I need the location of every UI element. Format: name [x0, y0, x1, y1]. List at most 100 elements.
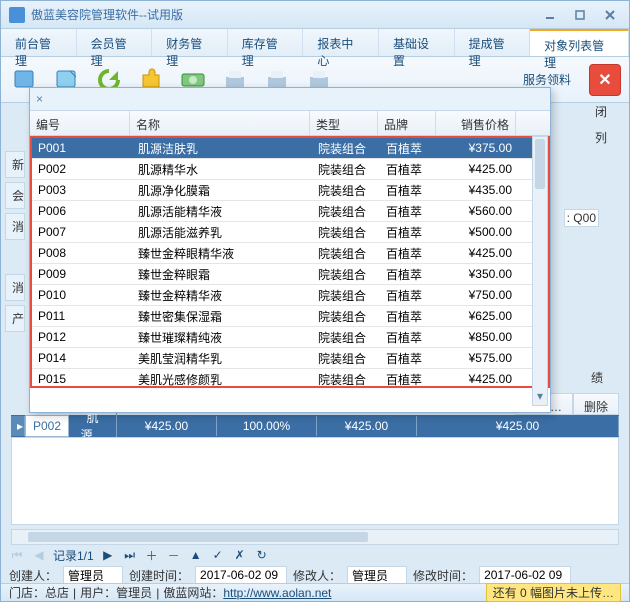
- maximize-button[interactable]: [569, 6, 591, 24]
- table-row[interactable]: P012臻世璀璨精纯液院装组合百植萃¥850.00: [32, 327, 548, 348]
- upload-badge[interactable]: 还有 0 幅图片未上传…: [486, 583, 621, 602]
- cell: 美肌莹润精华乳: [132, 348, 312, 369]
- sidetab-consume1[interactable]: 消: [5, 213, 25, 240]
- col-id[interactable]: 编号: [30, 111, 130, 135]
- cell: P009: [32, 265, 132, 283]
- cell: 院装组合: [312, 159, 380, 180]
- sidetab-product[interactable]: 产: [5, 305, 25, 332]
- site-label: 傲蓝网站：: [163, 584, 223, 601]
- pager-last[interactable]: ⏭: [122, 547, 138, 563]
- pager-commit[interactable]: ✓: [210, 547, 226, 563]
- menu-basic[interactable]: 基础设置: [379, 29, 455, 56]
- sidetab-consume2[interactable]: 消: [5, 274, 25, 301]
- cell: 肌源净化膜霜: [132, 180, 312, 201]
- cell: ¥500.00: [438, 223, 518, 241]
- cell: 百植萃: [380, 348, 438, 369]
- sidetab-new[interactable]: 新: [5, 151, 25, 178]
- pager-text: 记录1/1: [53, 547, 94, 564]
- user-label: 用户：: [80, 584, 116, 601]
- edit-c1[interactable]: ¥425.00: [117, 416, 217, 436]
- cell: ¥425.00: [438, 160, 518, 178]
- menu-stock[interactable]: 库存管理: [228, 29, 304, 56]
- cell: P008: [32, 244, 132, 262]
- titlebar: 傲蓝美容院管理软件--试用版: [1, 1, 629, 29]
- pager-refresh[interactable]: ↻: [254, 547, 270, 563]
- menu-objectlist[interactable]: 对象列表管理: [530, 29, 629, 56]
- table-row[interactable]: P002肌源精华水院装组合百植萃¥425.00: [32, 159, 548, 180]
- mtime-field[interactable]: [479, 566, 571, 584]
- grid-body[interactable]: P001肌源洁肤乳院装组合百植萃¥375.00P002肌源精华水院装组合百植萃¥…: [30, 136, 550, 388]
- menu-front[interactable]: 前台管理: [1, 29, 77, 56]
- cell: ¥625.00: [438, 307, 518, 325]
- cell: 百植萃: [380, 180, 438, 201]
- table-row[interactable]: P014美肌莹润精华乳院装组合百植萃¥575.00: [32, 348, 548, 369]
- cell: ¥435.00: [438, 181, 518, 199]
- pager-cancel[interactable]: ✗: [232, 547, 248, 563]
- modifier-field[interactable]: [347, 566, 407, 584]
- cell: 百植萃: [380, 327, 438, 348]
- creator-label: 创建人：: [9, 567, 57, 584]
- cell: 百植萃: [380, 201, 438, 222]
- minimize-button[interactable]: [539, 6, 561, 24]
- site-link[interactable]: http://www.aolan.net: [223, 586, 331, 600]
- table-row[interactable]: P008臻世金粹眼精华液院装组合百植萃¥425.00: [32, 243, 548, 264]
- cell: P012: [32, 328, 132, 346]
- modifier-label: 修改人：: [293, 567, 341, 584]
- search-fragment[interactable]: : Q00: [564, 209, 599, 227]
- pager-add[interactable]: ＋: [144, 547, 160, 563]
- pager-first[interactable]: ⏮: [9, 547, 25, 563]
- cell: 肌源活能精华液: [132, 201, 312, 222]
- close-text-fragment: 闭: [595, 103, 607, 120]
- edit-c2[interactable]: 100.00%: [217, 416, 317, 436]
- cell: P014: [32, 349, 132, 367]
- table-row[interactable]: P015美肌光感修颜乳院装组合百植萃¥425.00: [32, 369, 548, 388]
- cell: ¥560.00: [438, 202, 518, 220]
- cell: P007: [32, 223, 132, 241]
- side-tabs: 新 会 消 消 产: [5, 151, 25, 332]
- horizontal-scrollbar[interactable]: [11, 529, 619, 545]
- cell: 百植萃: [380, 369, 438, 389]
- row-indicator-icon: ▸: [11, 416, 25, 436]
- col-type[interactable]: 类型: [310, 111, 378, 135]
- col-price[interactable]: 销售价格: [436, 111, 516, 135]
- menubar: 前台管理 会员管理 财务管理 库存管理 报表中心 基础设置 提成管理 对象列表管…: [1, 29, 629, 57]
- col-delete[interactable]: 删除: [573, 393, 619, 415]
- user-value: 管理员: [116, 584, 152, 601]
- cell: 院装组合: [312, 243, 380, 264]
- table-row[interactable]: P006肌源活能精华液院装组合百植萃¥560.00: [32, 201, 548, 222]
- table-row[interactable]: P011臻世密集保湿霜院装组合百植萃¥625.00: [32, 306, 548, 327]
- grid-scrollbar[interactable]: ▾: [532, 136, 548, 406]
- ctime-field[interactable]: [195, 566, 287, 584]
- table-row[interactable]: P007肌源活能滋养乳院装组合百植萃¥500.00: [32, 222, 548, 243]
- close-tab-button[interactable]: ✕: [589, 64, 621, 96]
- menu-finance[interactable]: 财务管理: [152, 29, 228, 56]
- table-row[interactable]: P009臻世金粹眼霜院装组合百植萃¥350.00: [32, 264, 548, 285]
- edit-c4[interactable]: ¥425.00: [417, 416, 619, 436]
- table-row[interactable]: P001肌源洁肤乳院装组合百植萃¥375.00: [32, 138, 548, 159]
- creator-field[interactable]: [63, 566, 123, 584]
- pager-edit[interactable]: ▲: [188, 547, 204, 563]
- sidetab-member[interactable]: 会: [5, 182, 25, 209]
- close-window-button[interactable]: [599, 6, 621, 24]
- popup-close-icon[interactable]: ×: [36, 92, 43, 106]
- pager-prev[interactable]: ◀: [31, 547, 47, 563]
- col-name[interactable]: 名称: [130, 111, 310, 135]
- pager-next[interactable]: ▶: [100, 547, 116, 563]
- edit-c3[interactable]: ¥425.00: [317, 416, 417, 436]
- cell: P015: [32, 370, 132, 388]
- ctime-label: 创建时间：: [129, 567, 189, 584]
- cell: P003: [32, 181, 132, 199]
- col-brand[interactable]: 品牌: [378, 111, 436, 135]
- cell: ¥850.00: [438, 328, 518, 346]
- pager-remove[interactable]: －: [166, 547, 182, 563]
- menu-commission[interactable]: 提成管理: [455, 29, 531, 56]
- table-row[interactable]: P003肌源净化膜霜院装组合百植萃¥435.00: [32, 180, 548, 201]
- menu-report[interactable]: 报表中心: [303, 29, 379, 56]
- edit-code[interactable]: P002: [25, 415, 69, 437]
- cell: 臻世密集保湿霜: [132, 306, 312, 327]
- menu-member[interactable]: 会员管理: [77, 29, 153, 56]
- grid-header: 编号 名称 类型 品牌 销售价格: [30, 110, 550, 136]
- table-row[interactable]: P010臻世金粹精华液院装组合百植萃¥750.00: [32, 285, 548, 306]
- cell: ¥425.00: [438, 370, 518, 388]
- cell: P001: [32, 139, 132, 157]
